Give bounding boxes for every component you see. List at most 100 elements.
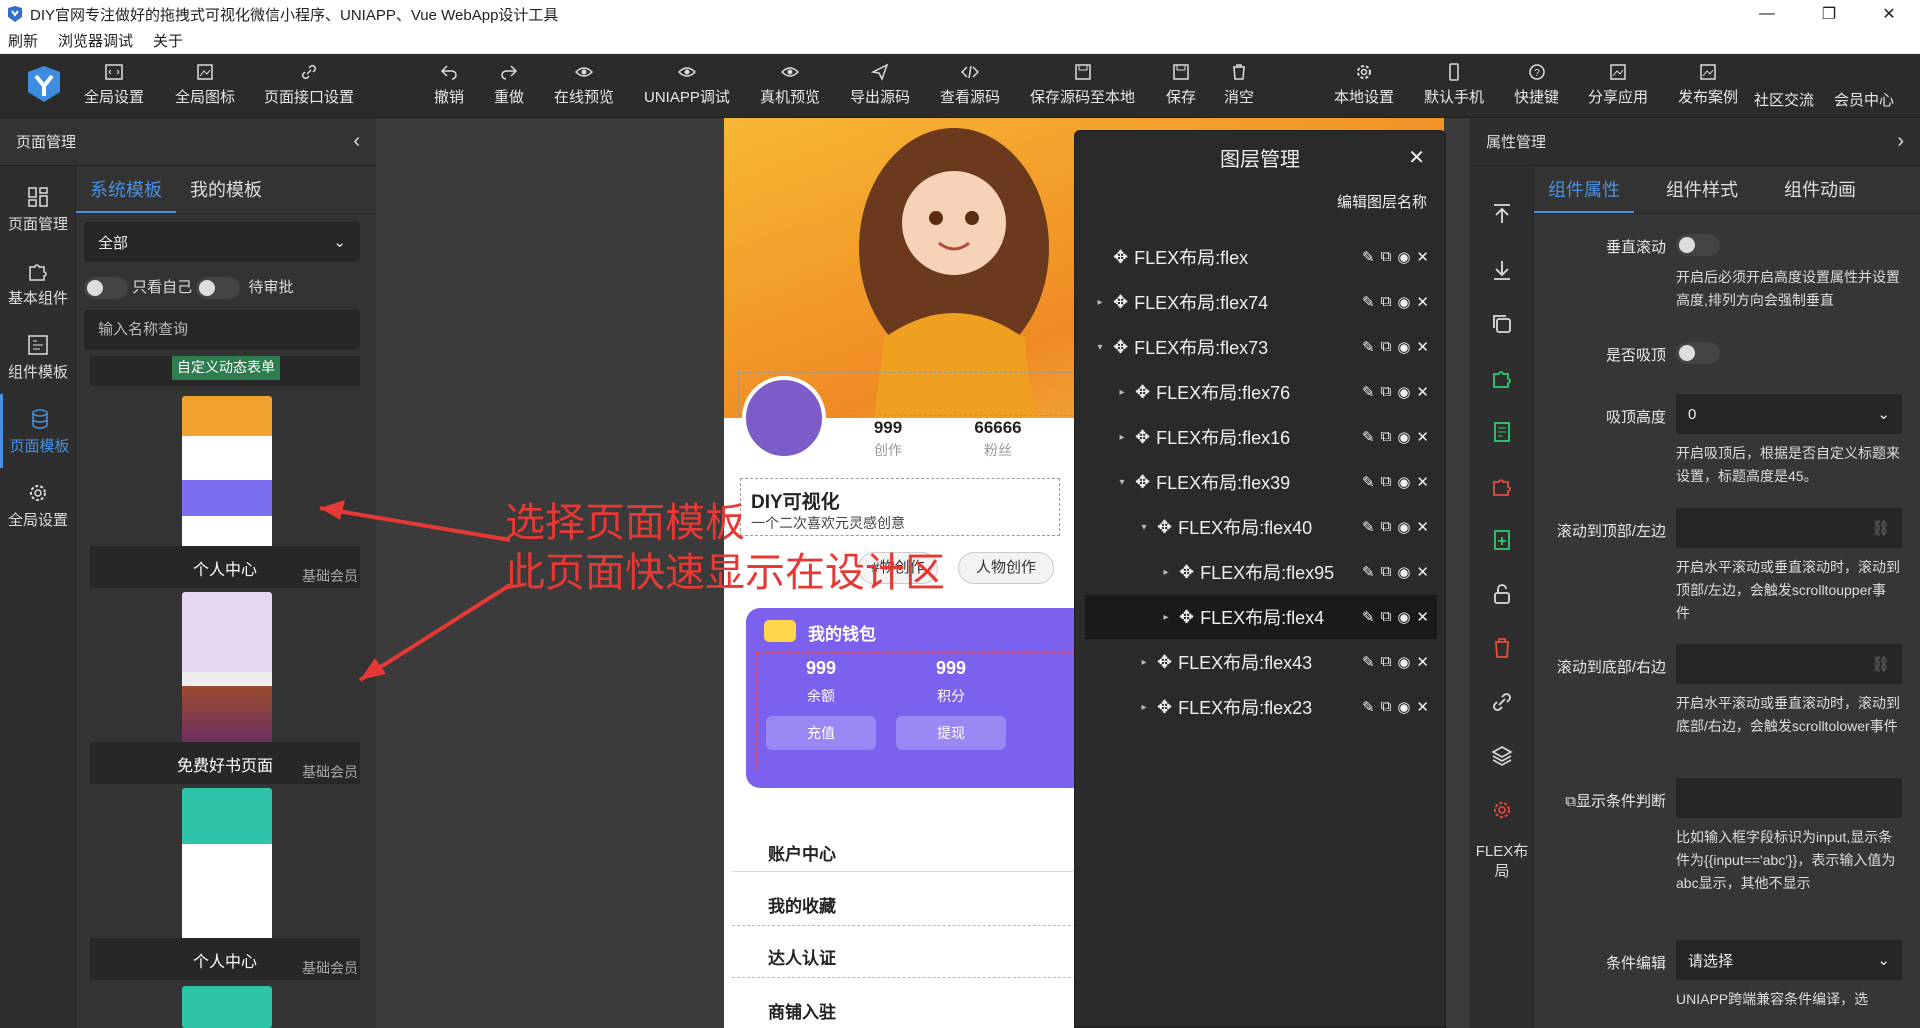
rail-basic-components[interactable]: 基本组件	[0, 246, 76, 320]
edit-layer-names[interactable]: 编辑图层名称	[1075, 183, 1445, 223]
edit-icon[interactable]: ✎	[1362, 428, 1375, 446]
global-settings-button[interactable]: 全局设置	[84, 62, 144, 112]
green-puzzle-icon[interactable]	[1490, 366, 1514, 390]
expand-toggle-icon[interactable]: ▸	[1137, 702, 1151, 713]
drag-handle-icon[interactable]: ✥	[1113, 292, 1128, 313]
redo-button[interactable]: 重做	[494, 62, 524, 112]
tab-component-style[interactable]: 组件样式	[1652, 166, 1752, 213]
copy-icon[interactable]: ⧉	[1381, 248, 1392, 266]
shortcuts-button[interactable]: ? 快捷键	[1514, 62, 1559, 112]
eye-icon[interactable]: ◉	[1397, 563, 1410, 581]
restore-button[interactable]: ❐	[1806, 0, 1852, 28]
close-icon[interactable]: ✕	[1416, 518, 1429, 536]
layer-row[interactable]: ▸ ✥ FLEX布局:flex4 ✎ ⧉ ◉ ✕	[1085, 595, 1437, 639]
eye-icon[interactable]: ◉	[1397, 653, 1410, 671]
expand-toggle-icon[interactable]: ▾	[1137, 522, 1151, 533]
eye-icon[interactable]: ◉	[1397, 428, 1410, 446]
layers-icon[interactable]	[1490, 744, 1514, 768]
drag-handle-icon[interactable]: ✥	[1113, 247, 1128, 268]
condition-edit-select[interactable]: 请选择 ⌄	[1676, 940, 1902, 980]
layer-row[interactable]: ▾ ✥ FLEX布局:flex73 ✎ ⧉ ◉ ✕	[1085, 325, 1437, 369]
eye-icon[interactable]: ◉	[1397, 473, 1410, 491]
local-settings-button[interactable]: 本地设置	[1334, 62, 1394, 112]
edit-icon[interactable]: ✎	[1362, 608, 1375, 626]
edit-icon[interactable]: ✎	[1362, 383, 1375, 401]
drag-handle-icon[interactable]: ✥	[1157, 517, 1172, 538]
eye-icon[interactable]: ◉	[1397, 518, 1410, 536]
drag-handle-icon[interactable]: ✥	[1113, 337, 1128, 358]
drag-handle-icon[interactable]: ✥	[1135, 382, 1150, 403]
rail-global-settings[interactable]: 全局设置	[0, 468, 76, 542]
avatar[interactable]	[742, 376, 826, 460]
scroll-bottom-input[interactable]: ⛓	[1676, 644, 1902, 684]
close-icon[interactable]: ✕	[1416, 338, 1429, 356]
edit-icon[interactable]: ✎	[1362, 653, 1375, 671]
template-search-input[interactable]: 输入名称查询	[84, 310, 360, 350]
copy-icon[interactable]: ⧉	[1381, 698, 1392, 716]
share-app-button[interactable]: 分享应用	[1588, 62, 1648, 112]
eye-icon[interactable]: ◉	[1397, 698, 1410, 716]
sticky-height-select[interactable]: 0 ⌄	[1676, 394, 1902, 434]
tab-system-templates[interactable]: 系统模板	[76, 166, 176, 213]
copy-icon[interactable]: ⧉	[1381, 383, 1392, 401]
expand-toggle-icon[interactable]: ▸	[1093, 297, 1107, 308]
copy-icon[interactable]: ⧉	[1381, 293, 1392, 311]
page-api-settings-button[interactable]: 页面接口设置	[264, 62, 354, 112]
close-icon[interactable]: ✕	[1416, 473, 1429, 491]
edit-icon[interactable]: ✎	[1362, 563, 1375, 581]
green-doc-icon[interactable]	[1490, 420, 1514, 444]
rail-component-templates[interactable]: 组件模板	[0, 320, 76, 394]
green-add-doc-icon[interactable]	[1490, 528, 1514, 552]
layer-row[interactable]: ▾ ✥ FLEX布局:flex39 ✎ ⧉ ◉ ✕	[1085, 460, 1437, 504]
scroll-top-input[interactable]: ⛓	[1676, 508, 1902, 548]
close-icon[interactable]: ✕	[1416, 293, 1429, 311]
close-icon[interactable]: ✕	[1416, 248, 1429, 266]
template-card-3[interactable]: 个人中心 基础会员	[90, 788, 360, 980]
expand-toggle-icon[interactable]: ▸	[1159, 612, 1173, 623]
copy-icon[interactable]: ⧉	[1381, 518, 1392, 536]
layer-row[interactable]: ▸ ✥ FLEX布局:flex76 ✎ ⧉ ◉ ✕	[1085, 370, 1437, 414]
unlock-icon[interactable]	[1490, 582, 1514, 606]
uniapp-debug-button[interactable]: UNIAPP调试	[644, 62, 730, 112]
close-icon[interactable]: ✕	[1416, 653, 1429, 671]
layer-row[interactable]: ▸ ✥ FLEX布局:flex16 ✎ ⧉ ◉ ✕	[1085, 415, 1437, 459]
tab-my-templates[interactable]: 我的模板	[176, 166, 276, 213]
drag-handle-icon[interactable]: ✥	[1179, 562, 1194, 583]
view-source-button[interactable]: 查看源码	[940, 62, 1000, 112]
expand-toggle-icon[interactable]: ▸	[1115, 432, 1129, 443]
save-source-local-button[interactable]: 保存源码至本地	[1030, 62, 1135, 112]
close-window-button[interactable]: ✕	[1866, 0, 1912, 28]
expand-toggle-icon[interactable]: ▸	[1115, 387, 1129, 398]
drag-handle-icon[interactable]: ✥	[1135, 427, 1150, 448]
template-item-top[interactable]: 自定义动态表单	[90, 356, 360, 386]
move-top-icon[interactable]	[1490, 202, 1514, 226]
rail-page-templates[interactable]: 页面模板	[0, 394, 76, 468]
show-condition-input[interactable]	[1676, 778, 1902, 818]
menu-refresh[interactable]: 刷新	[8, 30, 38, 51]
copy-icon[interactable]: ⧉	[1381, 473, 1392, 491]
clear-button[interactable]: 消空	[1224, 62, 1254, 112]
layer-row[interactable]: ▸ ✥ FLEX布局:flex43 ✎ ⧉ ◉ ✕	[1085, 640, 1437, 684]
publish-case-button[interactable]: 发布案例	[1678, 62, 1738, 112]
expand-toggle-icon[interactable]: ▾	[1093, 342, 1107, 353]
copy-icon[interactable]: ⧉	[1381, 653, 1392, 671]
vertical-scroll-toggle[interactable]	[1676, 234, 1720, 256]
eye-icon[interactable]: ◉	[1397, 338, 1410, 356]
close-icon[interactable]: ✕	[1416, 608, 1429, 626]
withdraw-button[interactable]: 提现	[896, 716, 1006, 750]
edit-icon[interactable]: ✎	[1362, 293, 1375, 311]
minimize-button[interactable]: —	[1744, 0, 1790, 28]
link-icon[interactable]	[1490, 690, 1514, 714]
close-icon[interactable]: ✕	[1416, 563, 1429, 581]
edit-icon[interactable]: ✎	[1362, 473, 1375, 491]
layer-row[interactable]: ▾ ✥ FLEX布局:flex40 ✎ ⧉ ◉ ✕	[1085, 505, 1437, 549]
close-icon[interactable]: ✕	[1416, 428, 1429, 446]
copy-icon[interactable]	[1490, 312, 1514, 336]
pending-toggle[interactable]	[196, 277, 241, 300]
eye-icon[interactable]: ◉	[1397, 383, 1410, 401]
template-card-4-thumbnail[interactable]	[182, 986, 272, 1028]
drag-handle-icon[interactable]: ✥	[1179, 607, 1194, 628]
save-button[interactable]: 保存	[1166, 62, 1196, 112]
edit-icon[interactable]: ✎	[1362, 338, 1375, 356]
community-link[interactable]: 社区交流	[1754, 74, 1814, 124]
